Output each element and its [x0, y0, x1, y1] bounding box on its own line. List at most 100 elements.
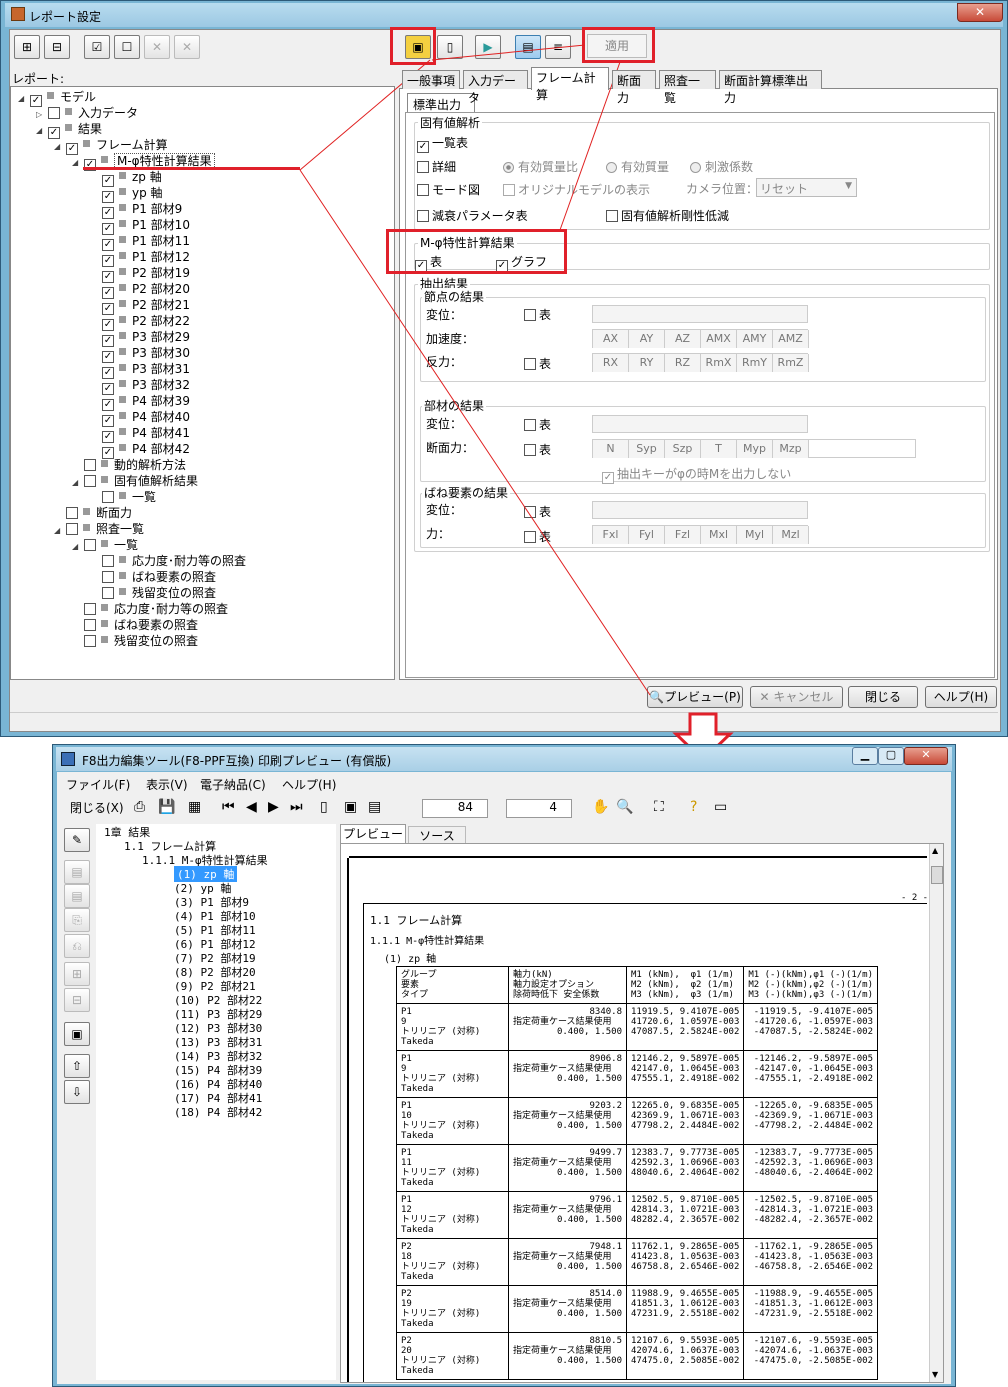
minimize-button[interactable]: ▁: [852, 747, 878, 765]
menu-item[interactable]: 表示(V): [146, 776, 188, 793]
cell-line: P1: [401, 1007, 412, 1017]
tab-2[interactable]: フレーム計算: [531, 67, 609, 102]
last-page-icon[interactable]: ⏭: [290, 799, 303, 815]
maximize-button[interactable]: ▢: [878, 747, 904, 765]
positive-cell: 11919.5, 9.4107E-005 41720.6, 1.0597E-00…: [625, 1003, 745, 1051]
axial-cell: 9499.7 指定荷重ケース結果使用 0.400, 1.500: [508, 1144, 627, 1192]
move-down-icon[interactable]: ⇩: [64, 1080, 90, 1104]
zoom-input[interactable]: 84: [422, 799, 488, 818]
help-icon[interactable]: ?: [690, 799, 697, 815]
positive-cell: 11988.9, 9.4655E-005 41851.3, 1.0612E-00…: [625, 1285, 745, 1333]
axial-cell: 8340.8 指定荷重ケース結果使用 0.400, 1.500: [508, 1003, 627, 1051]
zoom-icon[interactable]: 🔍: [616, 799, 633, 815]
tab-preview[interactable]: プレビュー: [340, 824, 406, 843]
cell-line: トリリニア (対称): [401, 1027, 481, 1037]
expand-icon[interactable]: ⊞: [64, 962, 90, 986]
cell-line: Takeda: [401, 1131, 434, 1141]
page-input[interactable]: 4: [506, 799, 572, 818]
negative-cell: -12383.7, -9.7773E-005 -42592.3, -1.0696…: [743, 1144, 878, 1192]
scroll-up-icon[interactable]: ▲: [932, 846, 938, 855]
preview-tree-item[interactable]: (18) P4 部材42: [174, 1104, 262, 1120]
annotation-lines: [299, 44, 651, 696]
tab-1[interactable]: 入力データ: [463, 70, 528, 105]
cell-line: Takeda: [401, 1366, 434, 1376]
cell-line: 18: [401, 1252, 412, 1262]
preview-app-icon: [61, 752, 75, 766]
close-preview-button[interactable]: 閉じる(X): [70, 799, 124, 816]
info-icon[interactable]: ▭: [714, 799, 727, 815]
fit-icon[interactable]: ⛶: [654, 799, 664, 815]
cell-line: トリリニア (対称): [401, 1121, 481, 1131]
table-row: P1 11 トリリニア (対称) Takeda 9499.7 指定荷重ケース結果使用 0.4…: [396, 1144, 878, 1192]
menu-item[interactable]: ファイル(F): [66, 776, 130, 793]
cell-line: 9: [401, 1064, 407, 1074]
tab-source[interactable]: ソース: [408, 826, 466, 843]
positive-cell: 12502.5, 9.8710E-005 42814.3, 1.0721E-00…: [625, 1191, 745, 1239]
menu-item[interactable]: 電子納品(C): [200, 776, 266, 793]
multi-page-icon[interactable]: ▤: [368, 799, 381, 815]
save-icon[interactable]: 💾: [158, 799, 175, 815]
tab-4[interactable]: 照査一覧: [659, 70, 716, 105]
next-page-icon[interactable]: ▶: [268, 799, 279, 815]
move-up-icon[interactable]: ⇧: [64, 1054, 90, 1078]
table-header-row: グループ 要素 タイプ 軸力(kN) 軸力設定オプション 除荷時低下 安全係数 M1…: [396, 966, 878, 1004]
cell-line: 0.400, 1.500: [556, 1356, 622, 1366]
table-header-cell: グループ 要素 タイプ: [396, 966, 509, 1004]
cell-line: Takeda: [401, 1225, 434, 1235]
cell-line: Takeda: [401, 1037, 434, 1047]
cell-line: P2: [401, 1289, 412, 1299]
negative-cell: -12107.6, -9.5593E-005 -42074.6, -1.0637…: [743, 1332, 878, 1380]
table-header-cell: M1 (-)(kNm),φ1 (-)(1/m) M2 (-)(kNm),φ2 (…: [743, 966, 878, 1004]
doc2-icon[interactable]: ▤: [64, 884, 90, 908]
cell-line: 0.400, 1.500: [556, 1074, 622, 1084]
doc-icon[interactable]: ▤: [64, 860, 90, 884]
print-icon[interactable]: ⎙: [134, 799, 145, 815]
preview-close-button[interactable]: ✕: [904, 747, 948, 765]
cell-line: トリリニア (対称): [401, 1215, 481, 1225]
table-header-cell: M1 (kNm), φ1 (1/m) M2 (kNm), φ2 (1/m) M3…: [625, 966, 745, 1004]
cell-line: 0.400, 1.500: [556, 1121, 622, 1131]
positive-cell: 12265.0, 9.6835E-005 42369.9, 1.0671E-00…: [625, 1097, 745, 1145]
prev-page-icon[interactable]: ◀: [246, 799, 257, 815]
export2-icon[interactable]: ▣: [64, 1022, 90, 1046]
scroll-down-icon[interactable]: ▼: [932, 1370, 938, 1379]
group-cell: P1 11 トリリニア (対称) Takeda: [396, 1144, 509, 1192]
tab-5[interactable]: 断面計算標準出力: [719, 70, 822, 105]
attach-icon[interactable]: ⎘: [64, 908, 90, 932]
cell-line: 指定荷重ケース結果使用: [513, 1064, 612, 1074]
cell-line: Takeda: [401, 1319, 434, 1329]
tree-icon[interactable]: ▦: [188, 799, 201, 815]
menu-item[interactable]: ヘルプ(H): [282, 776, 336, 793]
edit-icon[interactable]: ✎: [64, 828, 90, 852]
cell-line: P2: [401, 1336, 412, 1346]
cell-line: P2: [401, 1242, 412, 1252]
collapse-icon[interactable]: ⊟: [64, 988, 90, 1012]
cell-line: 指定荷重ケース結果使用: [513, 1158, 612, 1168]
table-row: P2 20 トリリニア (対称) Takeda 8810.5 指定荷重ケース結果使用 0.4…: [396, 1332, 878, 1380]
axial-cell: 8514.0 指定荷重ケース結果使用 0.400, 1.500: [508, 1285, 627, 1333]
tab-0[interactable]: 一般事項: [402, 70, 460, 89]
cell-line: 0.400, 1.500: [556, 1262, 622, 1272]
tab-3[interactable]: 断面力: [612, 70, 656, 105]
single-page-icon[interactable]: ▯: [320, 799, 328, 815]
cell-line: 9203.2: [589, 1101, 622, 1111]
cell-line: トリリニア (対称): [401, 1262, 481, 1272]
cell-line: P1: [401, 1148, 412, 1158]
cell-line: トリリニア (対称): [401, 1309, 481, 1319]
two-page-icon[interactable]: ▣: [344, 799, 357, 815]
link-icon[interactable]: ⎌: [64, 934, 90, 958]
cell-line: 10: [401, 1111, 412, 1121]
preview-tree-panel: 1章 結果 1.1 フレーム計算 1.1.1 M-φ特性計算結果 (1) zp 軸 (2…: [96, 824, 336, 1380]
doc-h2: 1.1.1 M-φ特性計算結果: [370, 936, 485, 947]
annotation-line: [431, 44, 586, 61]
vertical-scrollbar[interactable]: ▲ ▼: [929, 844, 943, 1382]
result-table: グループ 要素 タイプ 軸力(kN) 軸力設定オプション 除荷時低下 安全係数 M1…: [396, 966, 878, 1380]
axial-cell: 8906.8 指定荷重ケース結果使用 0.400, 1.500: [508, 1050, 627, 1098]
table-row: P1 12 トリリニア (対称) Takeda 9796.1 指定荷重ケース結果使用 0.4…: [396, 1191, 878, 1239]
cell-line: 0.400, 1.500: [556, 1027, 622, 1037]
cell-line: 指定荷重ケース結果使用: [513, 1205, 612, 1215]
scroll-thumb[interactable]: [931, 866, 943, 884]
hand-icon[interactable]: ✋: [592, 799, 609, 815]
first-page-icon[interactable]: ⏮: [222, 799, 235, 815]
cell-line: 指定荷重ケース結果使用: [513, 1111, 612, 1121]
